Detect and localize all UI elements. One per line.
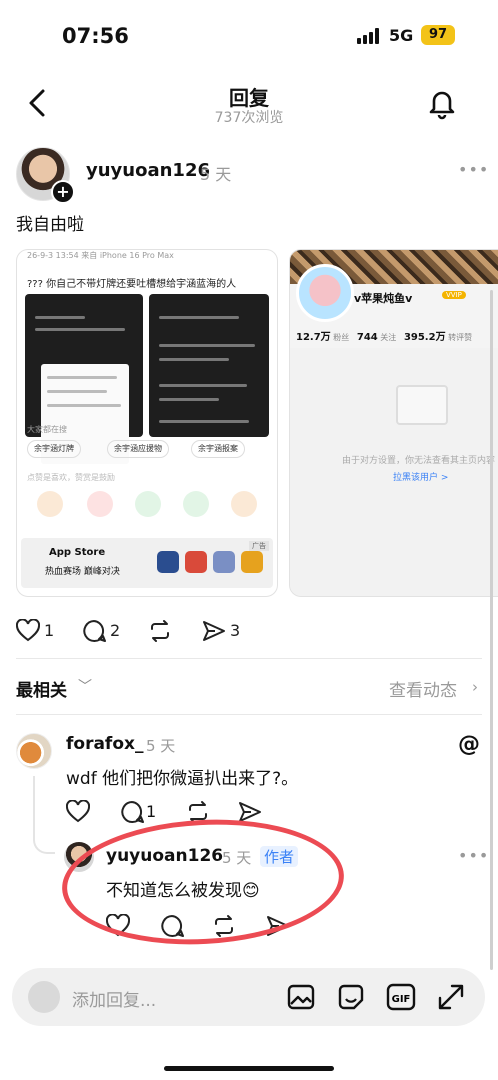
avatar (296, 264, 354, 322)
search-chip: 余宇涵报案 (191, 440, 245, 458)
game-icon (241, 551, 263, 573)
profile-name: v苹果炖鱼v (354, 292, 413, 305)
app-icon (183, 491, 209, 517)
reply-input[interactable]: 添加回复... (72, 986, 156, 1011)
post-image-2[interactable]: v苹果炖鱼v VVIP 12.7万 粉丝 744 关注 395.2万 转评赞 由… (289, 249, 498, 597)
post-image-1[interactable]: 26-9-3 13:54 来自 iPhone 16 Pro Max ??? 你自… (16, 249, 278, 597)
share-icon[interactable] (238, 800, 262, 824)
bell-icon[interactable] (426, 86, 458, 120)
nav-header: 回复 737次浏览 (0, 72, 498, 144)
post-text: 我自由啦 (16, 215, 84, 235)
follow-plus-icon[interactable]: + (51, 180, 75, 204)
card-header-text: 26-9-3 13:54 来自 iPhone 16 Pro Max (27, 251, 174, 260)
game-icon (157, 551, 179, 573)
ad-store-label: App Store (49, 547, 106, 558)
search-chip: 余宇涵应援物 (107, 440, 169, 458)
restricted-message: 由于对方设置，你无法查看其主页内容 (342, 456, 496, 466)
chevron-down-icon[interactable]: ﹀ (78, 676, 92, 696)
card-question-text: ??? 你自己不带灯牌还要吐槽想给宇涵蓝海的人 (27, 279, 237, 290)
scrollbar[interactable] (490, 290, 493, 970)
ad-tag: 广告 (249, 541, 269, 551)
avatar[interactable] (64, 842, 94, 872)
repost-icon[interactable] (148, 619, 172, 643)
more-icon[interactable]: ••• (458, 160, 489, 179)
network-label: 5G (389, 26, 414, 45)
divider (16, 658, 482, 659)
game-icon (185, 551, 207, 573)
reply-username[interactable]: yuyuoan126 (106, 846, 223, 866)
thread-connector (33, 776, 55, 854)
comment-count: 2 (110, 621, 121, 640)
comment-text: wdf 他们把你微逼扒出来了?。 (66, 769, 299, 789)
repost-icon[interactable] (186, 800, 210, 824)
search-chip: 余宇涵灯牌 (27, 440, 81, 458)
block-user-link: 拉黑该用户 > (393, 473, 449, 483)
share-icon[interactable] (202, 619, 226, 643)
search-section-label: 大家都在搜 (27, 425, 67, 434)
comment-icon[interactable] (82, 619, 106, 643)
profile-stats: 12.7万 粉丝 744 关注 395.2万 转评赞 (296, 332, 473, 343)
reply-input-bar[interactable]: 添加回复... GIF (12, 968, 485, 1026)
hint-text: 点赞是喜欢，赞赏是鼓励 (27, 473, 115, 482)
svg-text:GIF: GIF (392, 994, 411, 1005)
avatar[interactable] (16, 733, 52, 769)
heart-icon[interactable] (66, 800, 90, 824)
view-activity-link[interactable]: 查看动态 (389, 676, 457, 701)
app-icon (231, 491, 257, 517)
reply-text: 不知道怎么被发现😊 (106, 881, 260, 901)
gif-icon[interactable]: GIF (386, 982, 416, 1012)
share-icon[interactable] (266, 914, 290, 938)
share-count: 3 (230, 621, 241, 640)
heart-icon[interactable] (106, 914, 130, 938)
image-icon[interactable] (286, 982, 316, 1012)
app-icon (135, 491, 161, 517)
status-time: 07:56 (62, 24, 129, 48)
app-icon (37, 491, 63, 517)
heart-icon[interactable] (16, 619, 40, 643)
document-icon (396, 385, 448, 425)
repost-icon[interactable] (212, 914, 236, 938)
ad-subtitle: 热血赛场 巅峰对决 (45, 567, 120, 577)
comment-reply-count: 1 (146, 802, 157, 821)
vip-badge: VVIP (442, 291, 466, 299)
avatar (28, 981, 60, 1013)
screenshot-thumbnail (149, 294, 269, 437)
view-count: 737次浏览 (214, 110, 284, 126)
comment-time: 5 天 (146, 737, 176, 755)
more-icon[interactable]: ••• (458, 846, 489, 865)
sort-dropdown[interactable]: 最相关 (16, 676, 67, 701)
sticker-icon[interactable] (336, 982, 366, 1012)
post-time: 5 天 (200, 165, 232, 184)
ad-banner: App Store 热血赛场 巅峰对决 广告 (21, 538, 273, 588)
comment-icon[interactable] (120, 800, 144, 824)
comment-username[interactable]: forafox_ (66, 734, 143, 754)
comment-icon[interactable] (160, 914, 184, 938)
threads-icon: @ (458, 732, 480, 757)
post-username[interactable]: yuyuoan126 (86, 160, 210, 181)
screenshot-thumbnail (25, 294, 143, 464)
chevron-right-icon[interactable]: › (472, 678, 478, 696)
author-badge: 作者 (260, 846, 299, 867)
divider (16, 714, 482, 715)
expand-icon[interactable] (436, 982, 466, 1012)
game-icon (213, 551, 235, 573)
reply-time: 5 天 (222, 849, 252, 867)
home-indicator (164, 1066, 334, 1071)
like-count: 1 (44, 621, 55, 640)
status-bar: 07:56 5G 97 (0, 0, 498, 72)
battery-icon: 97 (421, 25, 455, 45)
signal-icon (357, 28, 381, 44)
app-icon (87, 491, 113, 517)
